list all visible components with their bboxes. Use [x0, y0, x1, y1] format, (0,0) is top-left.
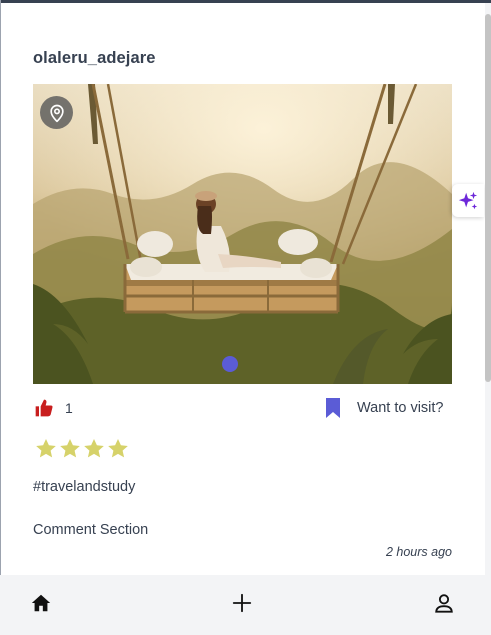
sparkle-icon	[458, 191, 478, 209]
star-icon	[58, 437, 82, 461]
star-rating	[34, 437, 130, 461]
bottom-navigation-bar	[0, 575, 491, 635]
nav-add-button[interactable]	[229, 590, 255, 616]
location-button[interactable]	[40, 96, 73, 129]
user-icon	[435, 594, 453, 613]
nav-home-button[interactable]	[28, 590, 54, 616]
comment-section-link[interactable]: Comment Section	[33, 522, 148, 538]
like-count: 1	[65, 400, 73, 416]
nav-profile-button[interactable]	[431, 590, 457, 616]
bookmark-icon[interactable]	[324, 398, 342, 418]
post-timestamp: 2 hours ago	[385, 545, 452, 559]
post-photo[interactable]	[33, 84, 452, 384]
ai-assistant-button[interactable]	[452, 184, 484, 217]
star-icon	[34, 437, 58, 461]
star-icon	[106, 437, 130, 461]
scrollbar-thumb[interactable]	[485, 14, 491, 382]
window-top-border	[0, 0, 491, 3]
post-hashtags[interactable]: #travelandstudy	[33, 479, 135, 495]
want-to-visit-label[interactable]: Want to visit?	[357, 400, 444, 416]
post-author-username[interactable]: olaleru_adejare	[33, 49, 156, 68]
thumbs-up-icon[interactable]	[34, 398, 54, 418]
plus-icon	[232, 593, 252, 613]
carousel-indicator-dot[interactable]	[222, 356, 238, 372]
home-icon	[31, 594, 51, 612]
star-icon	[82, 437, 106, 461]
window-left-border	[0, 0, 1, 635]
location-pin-icon	[49, 104, 64, 122]
